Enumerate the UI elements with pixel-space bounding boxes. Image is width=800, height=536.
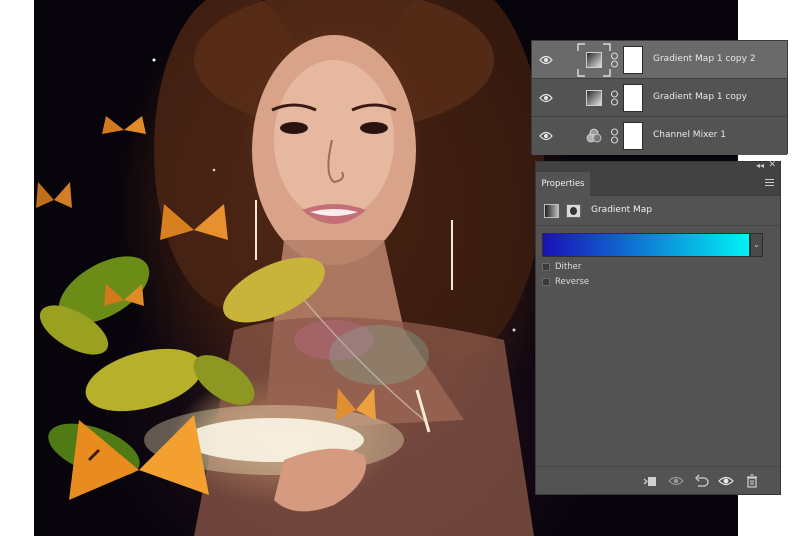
view-previous-state-icon[interactable] bbox=[668, 473, 684, 489]
link-chain-icon[interactable] bbox=[610, 128, 619, 144]
link-chain-icon[interactable] bbox=[610, 52, 619, 68]
clip-to-layer-icon[interactable] bbox=[642, 473, 658, 489]
gradient-dropdown-chevron-icon[interactable]: ⌄ bbox=[750, 233, 763, 257]
layer-row-channel-mixer[interactable]: Channel Mixer 1 bbox=[532, 117, 787, 155]
layer-name[interactable]: Gradient Map 1 copy 2 bbox=[653, 54, 756, 64]
layer-name[interactable]: Gradient Map 1 copy bbox=[653, 92, 747, 102]
layer-name[interactable]: Channel Mixer 1 bbox=[653, 130, 726, 140]
layer-mask-thumbnail[interactable] bbox=[623, 122, 643, 150]
reverse-option[interactable]: Reverse bbox=[536, 275, 780, 290]
mask-icon[interactable] bbox=[566, 204, 581, 218]
reset-icon[interactable] bbox=[694, 473, 710, 489]
properties-panel: ◂◂ ✕ Properties Gradient Map ⌄ Dither Re… bbox=[535, 160, 781, 495]
panel-tab-bar: Properties bbox=[536, 172, 780, 196]
dither-option[interactable]: Dither bbox=[536, 260, 780, 275]
toggle-visibility-eye-icon[interactable] bbox=[718, 473, 734, 489]
reverse-checkbox[interactable] bbox=[542, 278, 550, 286]
close-panel-icon[interactable]: ✕ bbox=[768, 160, 776, 170]
panel-title-bar[interactable]: ◂◂ ✕ bbox=[536, 160, 780, 172]
dither-label[interactable]: Dither bbox=[555, 262, 581, 272]
collapse-panel-icon[interactable]: ◂◂ bbox=[756, 161, 764, 170]
panel-menu-icon[interactable] bbox=[765, 179, 774, 187]
properties-title: Gradient Map bbox=[591, 205, 653, 215]
eye-visibility-icon[interactable] bbox=[539, 130, 553, 142]
gradient-preview-bar[interactable] bbox=[542, 233, 750, 257]
channel-mixer-icon bbox=[586, 128, 602, 143]
layer-mask-thumbnail[interactable] bbox=[623, 84, 643, 112]
trash-icon[interactable] bbox=[744, 473, 760, 489]
eye-visibility-icon[interactable] bbox=[539, 54, 553, 66]
layer-mask-thumbnail[interactable] bbox=[623, 46, 643, 74]
layer-row-gradient-map-copy[interactable]: Gradient Map 1 copy bbox=[532, 79, 787, 117]
layers-panel: Gradient Map 1 copy 2 Gradient Map 1 cop… bbox=[531, 40, 788, 155]
gradient-map-icon bbox=[586, 90, 602, 106]
tab-properties[interactable]: Properties bbox=[536, 172, 590, 196]
reverse-label[interactable]: Reverse bbox=[555, 277, 589, 287]
properties-footer bbox=[536, 466, 780, 494]
layer-row-gradient-map-copy-2[interactable]: Gradient Map 1 copy 2 bbox=[532, 41, 787, 79]
gradient-map-icon bbox=[586, 52, 602, 68]
gradient-map-icon[interactable] bbox=[544, 204, 559, 218]
properties-header: Gradient Map bbox=[536, 196, 780, 226]
eye-visibility-icon[interactable] bbox=[539, 92, 553, 104]
dither-checkbox[interactable] bbox=[542, 263, 550, 271]
link-chain-icon[interactable] bbox=[610, 90, 619, 106]
gradient-picker: ⌄ bbox=[536, 226, 780, 260]
